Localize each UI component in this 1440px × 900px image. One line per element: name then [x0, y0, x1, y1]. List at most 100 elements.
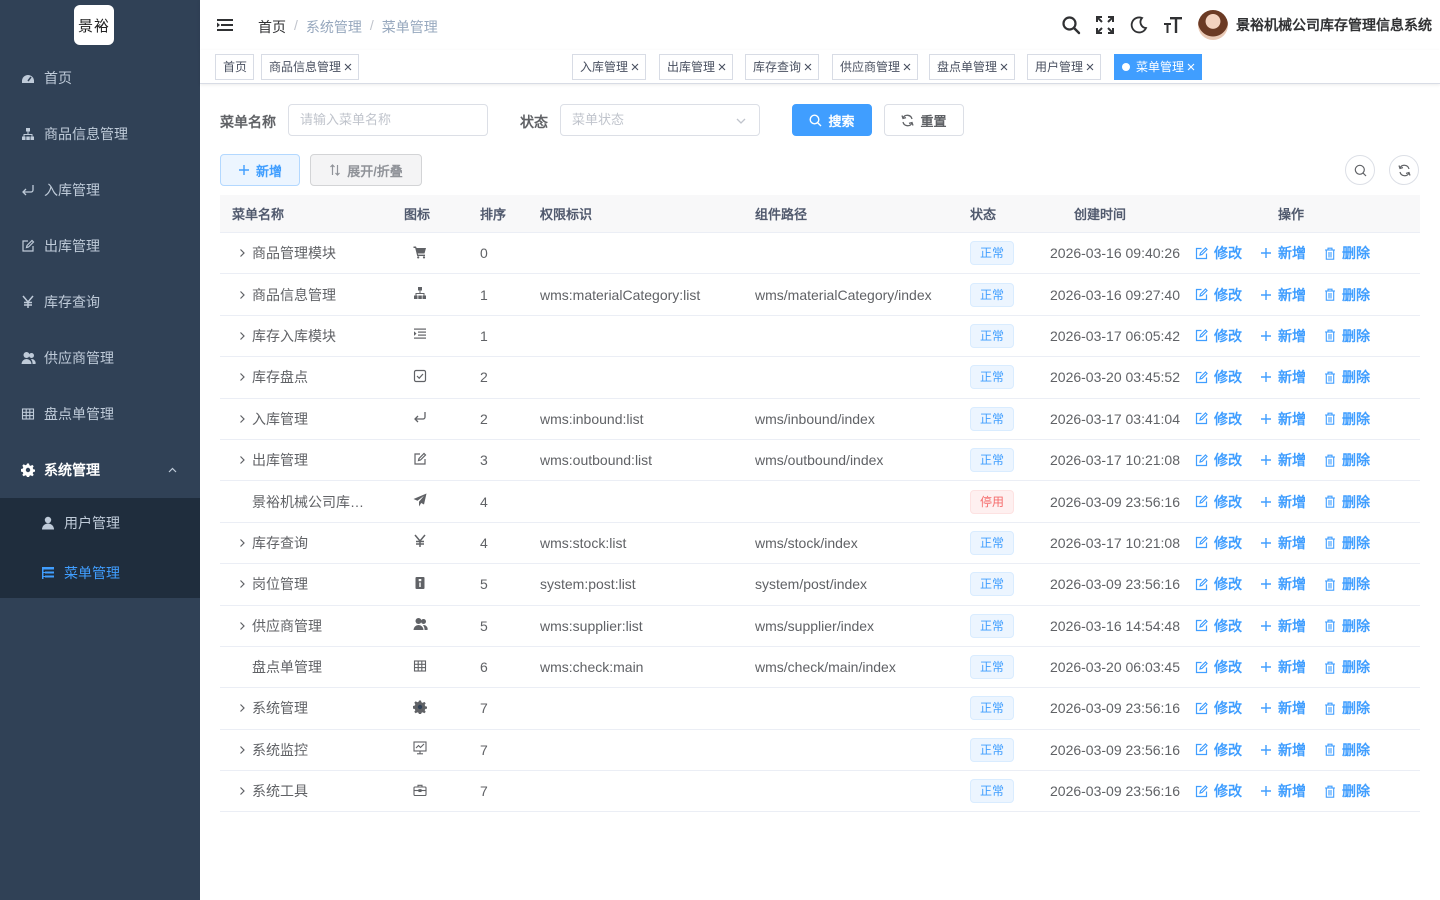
delete-button[interactable]: 删除 — [1324, 574, 1370, 594]
sidebar-item[interactable]: 出库管理 — [0, 218, 200, 274]
chevron-right-icon[interactable] — [232, 455, 252, 465]
table-row[interactable]: 供应商管理 5 wms:supplier:list wms/supplier/inde… — [220, 606, 1420, 647]
close-icon[interactable] — [631, 55, 639, 79]
edit-button[interactable]: 修改 — [1195, 492, 1242, 512]
breadcrumb-home[interactable]: 首页 — [258, 17, 286, 37]
table-row[interactable]: 商品信息管理 1 wms:materialCategory:list wms/mate… — [220, 274, 1420, 316]
delete-button[interactable]: 删除 — [1324, 492, 1370, 512]
tag-item[interactable]: 商品信息管理 — [261, 54, 360, 80]
sidebar-subitem[interactable]: 用户管理 — [0, 498, 200, 548]
expand-collapse-button[interactable]: 展开/折叠 — [310, 154, 422, 186]
table-row[interactable]: 系统工具 7 正常 2026-03-09 23:56:16 修改 新增 删除 — [220, 771, 1420, 813]
chevron-right-icon[interactable] — [232, 745, 252, 755]
tag-item[interactable]: 出库管理 — [659, 54, 734, 80]
add-child-button[interactable]: 新增 — [1260, 740, 1306, 760]
add-button[interactable]: 新增 — [220, 154, 300, 186]
chevron-right-icon[interactable] — [232, 372, 252, 382]
close-icon[interactable] — [1086, 55, 1094, 79]
refresh-table-button[interactable] — [1389, 155, 1419, 185]
sidebar-item[interactable]: 供应商管理 — [0, 330, 200, 386]
tag-item[interactable]: 供应商管理 — [832, 54, 919, 80]
delete-button[interactable]: 删除 — [1324, 533, 1370, 553]
toggle-search-button[interactable] — [1345, 155, 1375, 185]
add-child-button[interactable]: 新增 — [1260, 657, 1306, 677]
search-button[interactable]: 搜索 — [792, 104, 872, 136]
delete-button[interactable]: 删除 — [1324, 243, 1370, 263]
table-row[interactable]: 库存入库模块 1 正常 2026-03-17 06:05:42 修改 新增 删除 — [220, 316, 1420, 358]
table-row[interactable]: 库存盘点 2 正常 2026-03-20 03:45:52 修改 新增 删除 — [220, 357, 1420, 399]
logo[interactable]: 景裕 — [74, 5, 114, 45]
add-child-button[interactable]: 新增 — [1260, 781, 1306, 801]
avatar[interactable] — [1198, 10, 1228, 40]
tag-item[interactable]: 库存查询 — [745, 54, 820, 80]
add-child-button[interactable]: 新增 — [1260, 285, 1306, 305]
table-row[interactable]: 库存查询 4 wms:stock:list wms/stock/index 正常 2026… — [220, 523, 1420, 565]
sidebar-subitem[interactable]: 菜单管理 — [0, 548, 200, 598]
font-size-icon[interactable] — [1156, 0, 1190, 50]
edit-button[interactable]: 修改 — [1195, 740, 1242, 760]
add-child-button[interactable]: 新增 — [1260, 450, 1306, 470]
add-child-button[interactable]: 新增 — [1260, 574, 1306, 594]
add-child-button[interactable]: 新增 — [1260, 492, 1306, 512]
table-row[interactable]: 出库管理 3 wms:outbound:list wms/outbound/index… — [220, 440, 1420, 482]
sidebar-item[interactable]: 系统管理 — [0, 442, 200, 498]
add-child-button[interactable]: 新增 — [1260, 243, 1306, 263]
sidebar-item[interactable]: 商品信息管理 — [0, 106, 200, 162]
menu-name-input[interactable]: 请输入菜单名称 — [288, 104, 488, 136]
status-select[interactable]: 菜单状态 — [560, 104, 760, 136]
tag-item[interactable]: 首页 — [215, 54, 255, 80]
edit-button[interactable]: 修改 — [1195, 616, 1242, 636]
delete-button[interactable]: 删除 — [1324, 657, 1370, 677]
table-row[interactable]: 系统管理 7 正常 2026-03-09 23:56:16 修改 新增 删除 — [220, 688, 1420, 730]
delete-button[interactable]: 删除 — [1324, 450, 1370, 470]
add-child-button[interactable]: 新增 — [1260, 326, 1306, 346]
close-icon[interactable] — [718, 55, 726, 79]
tag-item[interactable]: 菜单管理 — [1114, 54, 1203, 80]
table-row[interactable]: 岗位管理 5 system:post:list system/post/index 正常… — [220, 564, 1420, 606]
chevron-right-icon[interactable] — [232, 248, 252, 258]
table-row[interactable]: 景裕机械公司库存管理信息系统 4 停用 2026-03-09 23:56:16 修改 新增… — [220, 481, 1420, 523]
fullscreen-icon[interactable] — [1088, 0, 1122, 50]
edit-button[interactable]: 修改 — [1195, 657, 1242, 677]
chevron-right-icon[interactable] — [232, 703, 252, 713]
sidebar-item[interactable]: 首页 — [0, 50, 200, 106]
reset-button[interactable]: 重置 — [884, 104, 964, 136]
delete-button[interactable]: 删除 — [1324, 326, 1370, 346]
dark-mode-icon[interactable] — [1122, 0, 1156, 50]
chevron-right-icon[interactable] — [232, 331, 252, 341]
close-icon[interactable] — [804, 55, 812, 79]
edit-button[interactable]: 修改 — [1195, 367, 1242, 387]
sidebar-item[interactable]: 库存查询 — [0, 274, 200, 330]
edit-button[interactable]: 修改 — [1195, 533, 1242, 553]
edit-button[interactable]: 修改 — [1195, 781, 1242, 801]
system-name[interactable]: 景裕机械公司库存管理信息系统 — [1236, 15, 1432, 35]
sidebar-item[interactable]: 入库管理 — [0, 162, 200, 218]
delete-button[interactable]: 删除 — [1324, 367, 1370, 387]
table-row[interactable]: 入库管理 2 wms:inbound:list wms/inbound/index 正常… — [220, 399, 1420, 440]
add-child-button[interactable]: 新增 — [1260, 616, 1306, 636]
edit-button[interactable]: 修改 — [1195, 285, 1242, 305]
add-child-button[interactable]: 新增 — [1260, 367, 1306, 387]
delete-button[interactable]: 删除 — [1324, 740, 1370, 760]
add-child-button[interactable]: 新增 — [1260, 533, 1306, 553]
delete-button[interactable]: 删除 — [1324, 698, 1370, 718]
delete-button[interactable]: 删除 — [1324, 616, 1370, 636]
table-row[interactable]: 盘点单管理 6 wms:check:main wms/check/main/index… — [220, 647, 1420, 689]
add-child-button[interactable]: 新增 — [1260, 409, 1306, 429]
edit-button[interactable]: 修改 — [1195, 243, 1242, 263]
tag-item[interactable]: 入库管理 — [572, 54, 647, 80]
tag-item[interactable]: 盘点单管理 — [929, 54, 1016, 80]
tag-item[interactable]: 用户管理 — [1027, 54, 1102, 80]
edit-button[interactable]: 修改 — [1195, 409, 1242, 429]
edit-button[interactable]: 修改 — [1195, 450, 1242, 470]
sidebar-item[interactable]: 盘点单管理 — [0, 386, 200, 442]
edit-button[interactable]: 修改 — [1195, 326, 1242, 346]
chevron-right-icon[interactable] — [232, 579, 252, 589]
add-child-button[interactable]: 新增 — [1260, 698, 1306, 718]
chevron-right-icon[interactable] — [232, 538, 252, 548]
delete-button[interactable]: 删除 — [1324, 781, 1370, 801]
table-row[interactable]: 商品管理模块 0 正常 2026-03-16 09:40:26 修改 新增 删除 — [220, 233, 1420, 275]
close-icon[interactable] — [1000, 55, 1008, 79]
hamburger-icon[interactable] — [216, 16, 234, 34]
close-icon[interactable] — [1187, 55, 1195, 79]
